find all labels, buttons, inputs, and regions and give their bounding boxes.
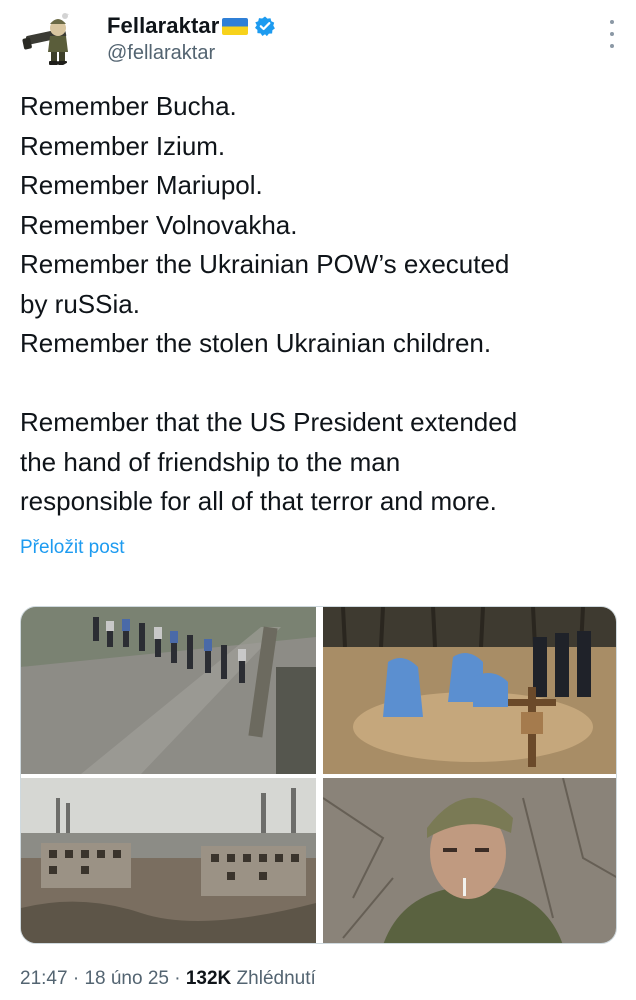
tweet-meta: 21:47 · 18 úno 25 · 132K Zhlédnutí xyxy=(20,968,316,990)
tweet-line: Remember Volnovakha. xyxy=(20,209,298,240)
media-photo-ruined-city[interactable] xyxy=(21,778,316,943)
media-photo-street[interactable] xyxy=(21,607,316,774)
tweet-time[interactable]: 21:47 xyxy=(20,968,68,989)
media-grid xyxy=(20,606,617,944)
more-dot-icon xyxy=(610,20,614,24)
tweet: Fellaraktar @fellaraktar Remember Bucha.… xyxy=(0,0,636,1000)
tweet-line: the hand of friendship to the man xyxy=(20,446,401,477)
meta-separator: · xyxy=(168,968,186,989)
tweet-line: Remember the stolen Ukrainian children. xyxy=(20,328,492,358)
avatar-image xyxy=(20,8,80,68)
author-display-name[interactable]: Fellaraktar xyxy=(107,13,219,39)
media-photo-exhumation[interactable] xyxy=(323,607,616,774)
avatar[interactable] xyxy=(20,8,80,68)
meta-separator: · xyxy=(67,968,85,989)
tweet-date[interactable]: 18 úno 25 xyxy=(84,968,169,989)
more-dot-icon xyxy=(610,32,614,36)
views-label: Zhlédnutí xyxy=(231,968,316,989)
tweet-line: Remember Izium. xyxy=(20,130,226,161)
verified-badge-icon xyxy=(254,15,276,37)
author-name-row[interactable]: Fellaraktar xyxy=(107,12,276,40)
tweet-line: Remember that the US President extended xyxy=(20,407,518,437)
tweet-line: by ruSSia. xyxy=(20,288,140,319)
translate-post-link[interactable]: Přeložit post xyxy=(20,537,125,559)
tweet-line: Remember Bucha. xyxy=(20,91,237,121)
author-handle[interactable]: @fellaraktar xyxy=(107,42,215,65)
tweet-line: Remember the Ukrainian POW’s executed xyxy=(20,249,510,279)
more-options-button[interactable] xyxy=(608,20,616,48)
tweet-line: Remember Mariupol. xyxy=(20,170,263,200)
more-dot-icon xyxy=(610,44,614,48)
tweet-line: responsible for all of that terror and m… xyxy=(20,486,497,516)
tweet-text: Remember Bucha. Remember Izium. Remember… xyxy=(20,87,620,522)
views-count: 132K xyxy=(185,968,232,989)
media-photo-soldier[interactable] xyxy=(323,778,616,943)
ukraine-flag-icon xyxy=(222,17,249,35)
